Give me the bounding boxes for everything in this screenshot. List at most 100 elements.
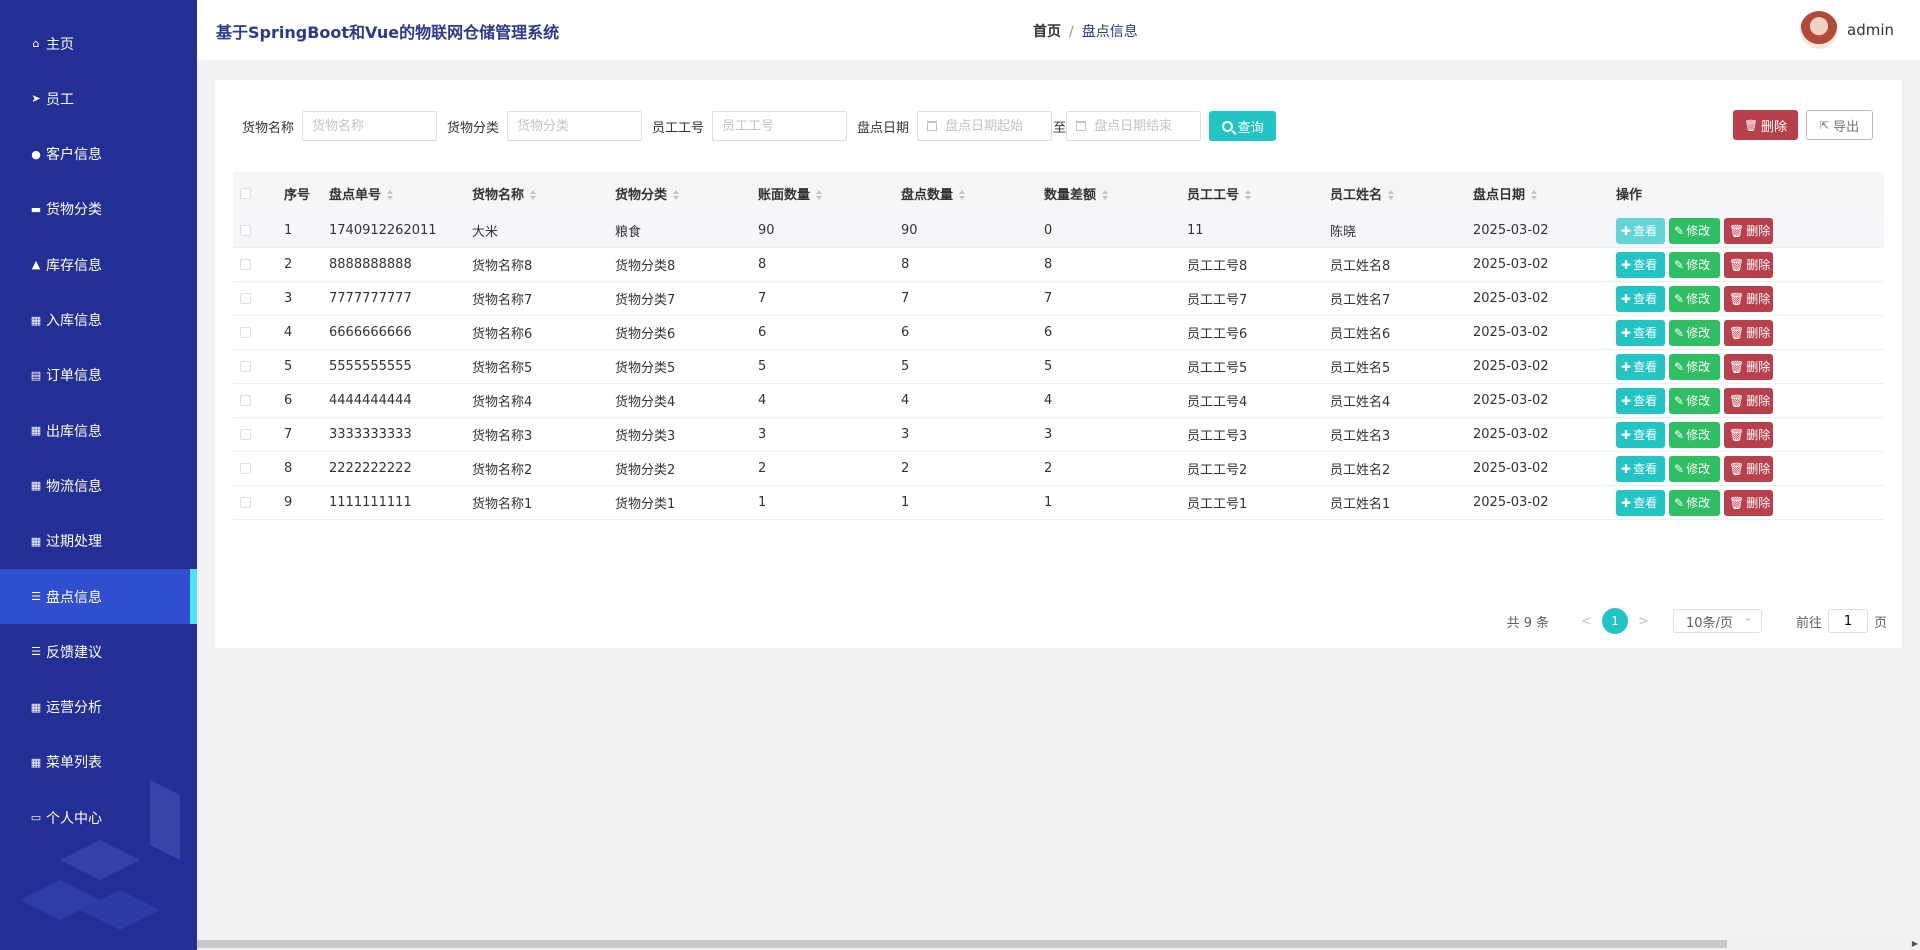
delete-button[interactable]: 🗑 删除 xyxy=(1724,387,1773,414)
delete-button[interactable]: 🗑 删除 xyxy=(1724,285,1773,312)
sidebar-item[interactable]: ➤ 员工 xyxy=(0,71,197,126)
table-row[interactable]: 5 5555555555 货物名称5 货物分类5 5 5 5 员工工号5 员工姓名5 2025-0… xyxy=(233,350,1884,384)
sidebar-item[interactable]: ▦ 运营分析 xyxy=(0,680,197,735)
employee-no-input[interactable] xyxy=(712,111,848,141)
row-checkbox[interactable] xyxy=(240,497,251,508)
edit-button[interactable]: ✎ 修改 xyxy=(1669,319,1720,346)
edit-button[interactable]: ✎ 修改 xyxy=(1669,353,1720,380)
goto-page-input[interactable] xyxy=(1827,609,1868,633)
sort-icon[interactable] xyxy=(1102,190,1109,200)
column-header[interactable]: 盘点数量 xyxy=(901,184,1044,203)
page-number-current[interactable]: 1 xyxy=(1602,608,1629,634)
date-start-picker[interactable] xyxy=(917,111,1053,141)
date-end-input[interactable] xyxy=(1094,118,1195,134)
goods-category-input[interactable] xyxy=(507,111,643,141)
breadcrumb-home[interactable]: 首页 xyxy=(1033,24,1061,40)
view-button[interactable]: ✚ 查看 xyxy=(1616,285,1665,312)
sidebar-item[interactable]: ▭ 个人中心 xyxy=(0,790,197,845)
column-header[interactable]: 数量差额 xyxy=(1044,184,1187,203)
sidebar-item[interactable]: ▤ 订单信息 xyxy=(0,348,197,403)
goods-name-input[interactable] xyxy=(302,111,438,141)
view-button[interactable]: ✚ 查看 xyxy=(1616,421,1665,448)
table-row[interactable]: 6 4444444444 货物名称4 货物分类4 4 4 4 员工工号4 员工姓名4 2025-0… xyxy=(233,384,1884,418)
delete-button[interactable]: 🗑 删除 xyxy=(1724,217,1773,244)
row-checkbox[interactable] xyxy=(240,259,251,270)
sidebar-item[interactable]: ▬ 货物分类 xyxy=(0,182,197,237)
batch-delete-button[interactable]: 🗑 删除 xyxy=(1733,110,1798,140)
table-row[interactable]: 3 7777777777 货物名称7 货物分类7 7 7 7 员工工号7 员工姓名7 2025-0… xyxy=(233,282,1884,316)
sidebar-item[interactable]: ☰ 盘点信息 xyxy=(0,569,197,624)
column-header[interactable]: 盘点日期 xyxy=(1473,184,1616,203)
table-row[interactable]: 2 8888888888 货物名称8 货物分类8 8 8 8 员工工号8 员工姓名8 2025-0… xyxy=(233,248,1884,282)
avatar[interactable] xyxy=(1800,11,1838,49)
sidebar-item[interactable]: ▦ 过期处理 xyxy=(0,514,197,569)
column-header[interactable]: 货物分类 xyxy=(615,184,758,203)
sort-icon[interactable] xyxy=(673,190,680,200)
row-checkbox[interactable] xyxy=(240,293,251,304)
delete-button[interactable]: 🗑 删除 xyxy=(1724,251,1773,278)
edit-button[interactable]: ✎ 修改 xyxy=(1669,489,1720,516)
date-start-input[interactable] xyxy=(945,118,1046,134)
view-button[interactable]: ✚ 查看 xyxy=(1616,319,1665,346)
sort-icon[interactable] xyxy=(387,190,394,200)
export-button[interactable]: ⇱ 导出 xyxy=(1806,110,1873,140)
sort-icon[interactable] xyxy=(816,190,823,200)
table-row[interactable]: 8 2222222222 货物名称2 货物分类2 2 2 2 员工工号2 员工姓名2 2025-0… xyxy=(233,452,1884,486)
edit-button[interactable]: ✎ 修改 xyxy=(1669,421,1720,448)
sidebar-item[interactable]: ▦ 入库信息 xyxy=(0,293,197,348)
view-button[interactable]: ✚ 查看 xyxy=(1616,251,1665,278)
sidebar-item[interactable]: ⌂ 主页 xyxy=(0,16,197,71)
column-header[interactable]: 员工工号 xyxy=(1187,184,1330,203)
table-row[interactable]: 1 1740912262011 大米 粮食 90 90 0 11 陈晓 2025-03-02 ✚ 查看… xyxy=(233,214,1884,248)
sidebar-item[interactable]: ☰ 反馈建议 xyxy=(0,624,197,679)
sort-icon[interactable] xyxy=(959,190,966,200)
row-checkbox[interactable] xyxy=(240,225,251,236)
username[interactable]: admin xyxy=(1847,21,1894,39)
edit-button[interactable]: ✎ 修改 xyxy=(1669,217,1720,244)
next-page-button[interactable]: > xyxy=(1638,614,1649,629)
row-checkbox[interactable] xyxy=(240,429,251,440)
date-end-picker[interactable] xyxy=(1066,111,1202,141)
scrollbar-thumb[interactable] xyxy=(197,940,1727,948)
scroll-right-icon[interactable]: ▶ xyxy=(1912,938,1918,950)
column-header[interactable]: 账面数量 xyxy=(758,184,901,203)
horizontal-scrollbar[interactable]: ◀ ▶ xyxy=(197,938,1920,950)
row-checkbox[interactable] xyxy=(240,463,251,474)
page-size-select[interactable]: 10条/页 xyxy=(1672,609,1762,633)
user-menu[interactable]: admin xyxy=(1800,11,1894,49)
sidebar-item[interactable]: ● 客户信息 xyxy=(0,127,197,182)
edit-button[interactable]: ✎ 修改 xyxy=(1669,455,1720,482)
view-button[interactable]: ✚ 查看 xyxy=(1616,217,1665,244)
sidebar-item[interactable]: ▦ 物流信息 xyxy=(0,458,197,513)
sort-icon[interactable] xyxy=(1245,190,1252,200)
delete-button[interactable]: 🗑 删除 xyxy=(1724,353,1773,380)
table-row[interactable]: 7 3333333333 货物名称3 货物分类3 3 3 3 员工工号3 员工姓名3 2025-0… xyxy=(233,418,1884,452)
edit-button[interactable]: ✎ 修改 xyxy=(1669,285,1720,312)
sidebar-item[interactable]: ▦ 出库信息 xyxy=(0,403,197,458)
delete-button[interactable]: 🗑 删除 xyxy=(1724,455,1773,482)
delete-button[interactable]: 🗑 删除 xyxy=(1724,421,1773,448)
row-checkbox[interactable] xyxy=(240,327,251,338)
prev-page-button[interactable]: < xyxy=(1581,614,1592,629)
view-button[interactable]: ✚ 查看 xyxy=(1616,489,1665,516)
sort-icon[interactable] xyxy=(530,190,537,200)
delete-button[interactable]: 🗑 删除 xyxy=(1724,319,1773,346)
view-button[interactable]: ✚ 查看 xyxy=(1616,387,1665,414)
sort-icon[interactable] xyxy=(1531,190,1538,200)
sort-icon[interactable] xyxy=(1388,190,1395,200)
edit-button[interactable]: ✎ 修改 xyxy=(1669,251,1720,278)
query-button[interactable]: 查询 xyxy=(1209,111,1277,141)
delete-button[interactable]: 🗑 删除 xyxy=(1724,489,1773,516)
table-row[interactable]: 4 6666666666 货物名称6 货物分类6 6 6 6 员工工号6 员工姓名6 2025-0… xyxy=(233,316,1884,350)
table-row[interactable]: 9 1111111111 货物名称1 货物分类1 1 1 1 员工工号1 员工姓名1 2025-0… xyxy=(233,486,1884,520)
column-header[interactable]: 盘点单号 xyxy=(329,184,472,203)
column-header[interactable]: 员工姓名 xyxy=(1330,184,1473,203)
view-button[interactable]: ✚ 查看 xyxy=(1616,353,1665,380)
sidebar-item[interactable]: ▦ 菜单列表 xyxy=(0,735,197,790)
select-all-checkbox[interactable] xyxy=(240,187,251,199)
sidebar-item[interactable]: ▲ 库存信息 xyxy=(0,237,197,292)
view-button[interactable]: ✚ 查看 xyxy=(1616,455,1665,482)
row-checkbox[interactable] xyxy=(240,361,251,372)
row-checkbox[interactable] xyxy=(240,395,251,406)
column-header[interactable]: 货物名称 xyxy=(472,184,615,203)
